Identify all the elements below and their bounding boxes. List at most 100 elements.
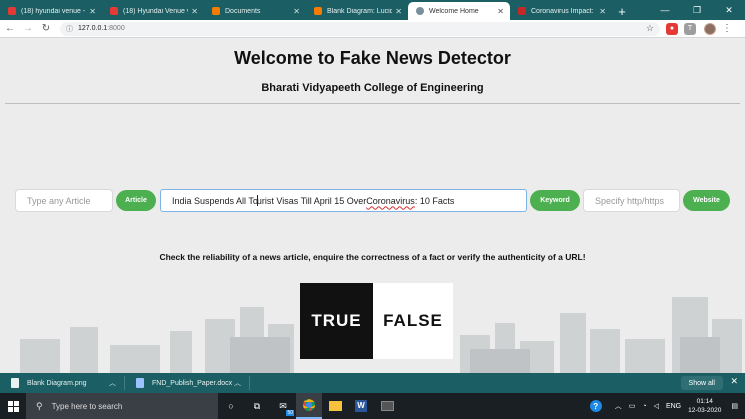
- keyword-button[interactable]: Keyword: [530, 190, 580, 211]
- chevron-up-icon[interactable]: ︿: [234, 378, 241, 388]
- help-icon[interactable]: ?: [589, 400, 602, 412]
- tab-title: (18) Hyundai Venue vs I: [123, 7, 188, 15]
- true-false-logo: TRUE FALSE: [300, 283, 453, 359]
- battery-icon[interactable]: ▭: [629, 402, 636, 410]
- clock-date: 12-03-2020: [688, 407, 722, 414]
- search-placeholder: Type here to search: [51, 401, 123, 411]
- keyword-text-start: India Suspends All To: [172, 195, 258, 206]
- mail-icon[interactable]: ✉ 50: [270, 393, 296, 419]
- tab-welcome-home[interactable]: Welcome Home ✕: [408, 2, 510, 20]
- close-icon[interactable]: ✕: [89, 7, 96, 16]
- page-title: Welcome to Fake News Detector: [234, 48, 511, 68]
- wifi-icon[interactable]: ◔: [642, 403, 646, 410]
- menu-icon[interactable]: ⋮: [722, 23, 732, 34]
- tab-title: Blank Diagram: Lucidch: [327, 7, 393, 15]
- chrome-icon[interactable]: [296, 393, 322, 419]
- close-icon[interactable]: ✕: [395, 7, 402, 16]
- tab-title: Welcome Home: [429, 7, 479, 15]
- close-icon[interactable]: ✕: [497, 7, 504, 16]
- profile-avatar[interactable]: [704, 22, 716, 35]
- tab-hyundai-venue-2[interactable]: (18) Hyundai Venue vs I ✕: [102, 2, 204, 20]
- reload-icon[interactable]: ↻: [38, 21, 54, 37]
- tab-hyundai-venue-1[interactable]: (18) hyundai venue - Yo ✕: [0, 2, 102, 20]
- mail-badge: 50: [286, 410, 294, 416]
- word-logo-icon: W: [355, 400, 367, 412]
- tab-title: Documents: [225, 7, 261, 15]
- globe-icon: [416, 7, 424, 15]
- close-window-icon[interactable]: ✕: [713, 0, 745, 20]
- close-icon[interactable]: ✕: [599, 7, 606, 16]
- browser-tab-strip: (18) hyundai venue - Yo ✕ (18) Hyundai V…: [0, 0, 745, 20]
- divider: [5, 103, 740, 104]
- extension-icon[interactable]: ●: [666, 22, 678, 35]
- logo-false: FALSE: [373, 283, 453, 359]
- bookmark-star-icon[interactable]: ☆: [646, 23, 654, 34]
- show-all-button[interactable]: Show all: [680, 376, 723, 390]
- windows-taskbar: ⚲ Type here to search ○ ⧉ ✉ 50 W ? ︿ ▭ ◔ …: [0, 393, 745, 419]
- word-file-icon: [136, 378, 144, 388]
- tagline: Check the reliability of a news article,…: [159, 252, 586, 262]
- minimize-icon[interactable]: —: [649, 0, 681, 20]
- url-port: :8000: [107, 25, 125, 32]
- tab-documents[interactable]: Documents ✕: [204, 2, 306, 20]
- article-input[interactable]: Type any Article: [15, 189, 113, 212]
- forward-icon[interactable]: →: [20, 21, 36, 37]
- start-button[interactable]: [0, 393, 26, 419]
- website-input[interactable]: Specify http/https: [583, 189, 680, 212]
- website-button[interactable]: Website: [683, 190, 730, 211]
- youtube-icon: [110, 7, 118, 15]
- maximize-icon[interactable]: ❐: [681, 0, 713, 20]
- taskbar-search[interactable]: ⚲ Type here to search: [26, 393, 218, 419]
- url-text[interactable]: 127.0.0.1:8000: [78, 25, 646, 32]
- logo-true: TRUE: [300, 283, 373, 359]
- address-bar[interactable]: ⓘ 127.0.0.1:8000 ☆: [60, 21, 660, 36]
- search-icon: ⚲: [36, 400, 43, 411]
- notifications-icon[interactable]: ▤: [731, 402, 738, 410]
- download-filename: FND_Publish_Paper.docx: [152, 379, 233, 387]
- keyword-input[interactable]: India Suspends All To urist Visas Till Ap…: [160, 189, 527, 212]
- download-shelf: Blank Diagram.png ︿ FND_Publish_Paper.do…: [0, 373, 745, 393]
- youtube-icon: [8, 7, 16, 15]
- lucidchart-icon: [314, 7, 322, 15]
- lucidchart-icon: [212, 7, 220, 15]
- article-button[interactable]: Article: [116, 190, 156, 211]
- close-icon[interactable]: ✕: [730, 376, 738, 387]
- tab-coronavirus-impact[interactable]: Coronavirus Impact: Ind ✕: [510, 2, 612, 20]
- new-tab-button[interactable]: +: [612, 2, 632, 20]
- browser-toolbar: ← → ↻ ⓘ 127.0.0.1:8000 ☆ ● T ⋮: [0, 20, 745, 38]
- translate-extension-icon[interactable]: T: [684, 22, 696, 35]
- divider: [249, 376, 250, 390]
- system-tray: ? ︿ ▭ ◔ ◁ ENG 01:14 12-03-2020 ▤: [589, 393, 745, 419]
- task-view-icon[interactable]: ⧉: [244, 393, 270, 419]
- window-controls: — ❐ ✕: [649, 0, 745, 20]
- tab-blank-diagram[interactable]: Blank Diagram: Lucidch ✕: [306, 2, 408, 20]
- window-icon: [380, 401, 394, 411]
- tab-title: (18) hyundai venue - Yo: [21, 7, 86, 15]
- cortana-icon[interactable]: ○: [218, 393, 244, 419]
- file-icon: [11, 378, 19, 388]
- terminal-icon[interactable]: [374, 393, 400, 419]
- news-icon: [518, 7, 526, 15]
- url-host: 127.0.0.1: [78, 25, 108, 32]
- back-icon[interactable]: ←: [2, 21, 18, 37]
- clock-time: 01:14: [696, 398, 713, 405]
- info-icon[interactable]: ⓘ: [66, 24, 73, 34]
- close-icon[interactable]: ✕: [191, 7, 198, 16]
- page-content: Welcome to Fake News Detector Bharati Vi…: [0, 39, 745, 373]
- download-item[interactable]: Blank Diagram.png ︿: [0, 378, 124, 388]
- download-item[interactable]: FND_Publish_Paper.docx ︿: [125, 378, 249, 388]
- keyword-text-misspelled: Coronavirus: [366, 195, 415, 206]
- file-explorer-icon[interactable]: [322, 393, 348, 419]
- language-indicator[interactable]: ENG: [666, 403, 681, 410]
- windows-logo-icon: [7, 400, 19, 412]
- word-icon[interactable]: W: [348, 393, 374, 419]
- download-filename: Blank Diagram.png: [27, 379, 87, 387]
- tab-title: Coronavirus Impact: Ind: [531, 7, 596, 15]
- keyword-text-end: : 10 Facts: [414, 195, 455, 206]
- chevron-up-icon[interactable]: ︿: [615, 401, 622, 411]
- volume-icon[interactable]: ◁: [654, 402, 659, 410]
- chevron-up-icon[interactable]: ︿: [109, 378, 116, 388]
- clock[interactable]: 01:14 12-03-2020: [688, 397, 721, 415]
- close-icon[interactable]: ✕: [293, 7, 300, 16]
- page-subtitle: Bharati Vidyapeeth College of Engineerin…: [261, 82, 484, 94]
